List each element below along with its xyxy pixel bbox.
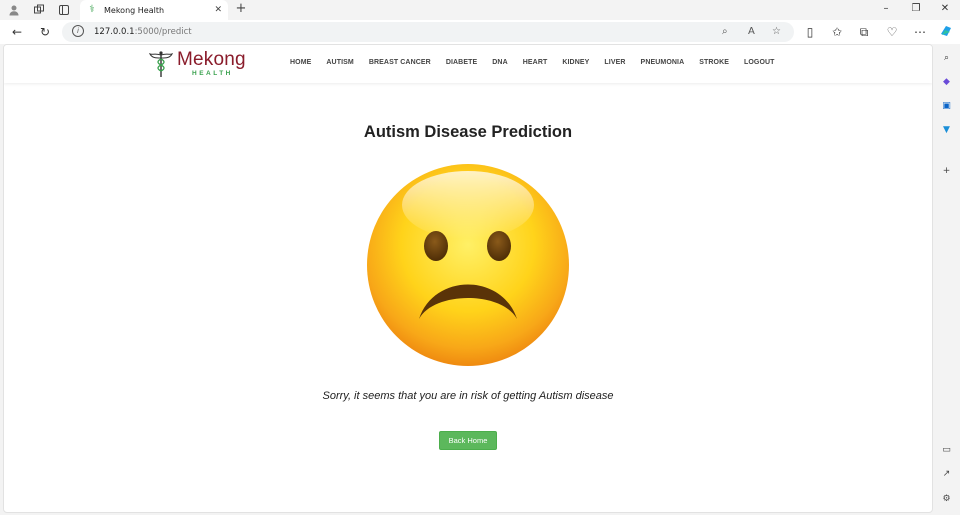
add-sidebar-app-icon[interactable]: + [940, 165, 953, 178]
search-icon[interactable]: ⌕ [940, 52, 953, 65]
nav-pneumonia[interactable]: PNEUMONIA [641, 59, 685, 66]
refresh-icon[interactable]: ↻ [37, 24, 53, 40]
nav-dna[interactable]: DNA [492, 59, 507, 66]
close-tab-icon[interactable]: ✕ [214, 5, 222, 15]
maximize-icon[interactable]: ❐ [910, 3, 922, 14]
collections-icon[interactable]: ⧉ [856, 24, 872, 40]
back-arrow-icon[interactable]: ← [9, 24, 25, 40]
page-viewport: Mekong HEALTH HOME AUTISM BREAST CANCER … [3, 44, 933, 513]
caduceus-favicon-icon: ⚕ [89, 4, 95, 15]
favorites-icon[interactable]: ✩ [829, 24, 845, 40]
browser-tab-strip: ⚕ Mekong Health ✕ + – ❐ ✕ [0, 0, 960, 20]
brand-subtitle: HEALTH [192, 70, 233, 77]
split-screen-icon[interactable]: ▯ [802, 24, 818, 40]
caduceus-logo-icon [149, 51, 173, 77]
main-menu: HOME AUTISM BREAST CANCER DIABETE DNA HE… [290, 59, 790, 66]
tab-actions-icon[interactable] [56, 2, 72, 18]
nav-logout[interactable]: LOGOUT [744, 59, 775, 66]
url-text: 127.0.0.1:5000/predict [94, 27, 192, 37]
tools-icon[interactable]: ▼ [940, 124, 953, 137]
mekong-health-logo[interactable]: Mekong HEALTH [149, 49, 249, 78]
outlook-icon[interactable]: ▣ [940, 100, 953, 113]
browser-toolbar: ← ↻ i 127.0.0.1:5000/predict ⌕ A ☆ ▯ ✩ ⧉… [0, 20, 960, 44]
copilot-icon[interactable] [938, 24, 954, 40]
zoom-icon[interactable]: ⌕ [722, 26, 728, 37]
nav-home[interactable]: HOME [290, 59, 311, 66]
nav-autism[interactable]: AUTISM [326, 59, 353, 66]
site-navbar: Mekong HEALTH HOME AUTISM BREAST CANCER … [4, 45, 932, 83]
address-bar[interactable]: i 127.0.0.1:5000/predict ⌕ A ☆ [62, 22, 794, 42]
read-aloud-icon[interactable]: A [748, 26, 755, 37]
sidebar-layout-icon[interactable]: ▭ [940, 444, 953, 457]
nav-kidney[interactable]: KIDNEY [562, 59, 589, 66]
minimize-icon[interactable]: – [880, 3, 892, 14]
workspaces-icon[interactable] [31, 2, 47, 18]
sad-face-icon [367, 164, 569, 366]
nav-breast-cancer[interactable]: BREAST CANCER [369, 59, 431, 66]
new-tab-icon[interactable]: + [234, 2, 248, 16]
page-title: Autism Disease Prediction [363, 123, 573, 141]
browser-essentials-icon[interactable]: ♡ [884, 24, 900, 40]
brand-name: Mekong [177, 49, 246, 70]
shopping-icon[interactable]: ◆ [940, 76, 953, 89]
prediction-result-message: Sorry, it seems that you are in risk of … [322, 390, 614, 402]
nav-stroke[interactable]: STROKE [699, 59, 729, 66]
site-info-icon[interactable]: i [72, 25, 84, 37]
favorite-star-icon[interactable]: ☆ [772, 26, 781, 37]
browser-tab[interactable]: ⚕ Mekong Health ✕ [80, 0, 228, 20]
back-home-button[interactable]: Back Home [439, 431, 497, 450]
profile-icon[interactable] [6, 2, 22, 18]
browser-sidebar: ⌕ ◆ ▣ ▼ + ▭ ↗ ⚙ [933, 44, 960, 515]
nav-diabete[interactable]: DIABETE [446, 59, 477, 66]
nav-heart[interactable]: HEART [523, 59, 548, 66]
nav-liver[interactable]: LIVER [604, 59, 625, 66]
more-options-icon[interactable]: ⋯ [912, 24, 928, 40]
close-window-icon[interactable]: ✕ [939, 3, 951, 14]
tab-title: Mekong Health [104, 5, 165, 15]
open-external-icon[interactable]: ↗ [940, 468, 953, 481]
settings-gear-icon[interactable]: ⚙ [940, 493, 953, 506]
